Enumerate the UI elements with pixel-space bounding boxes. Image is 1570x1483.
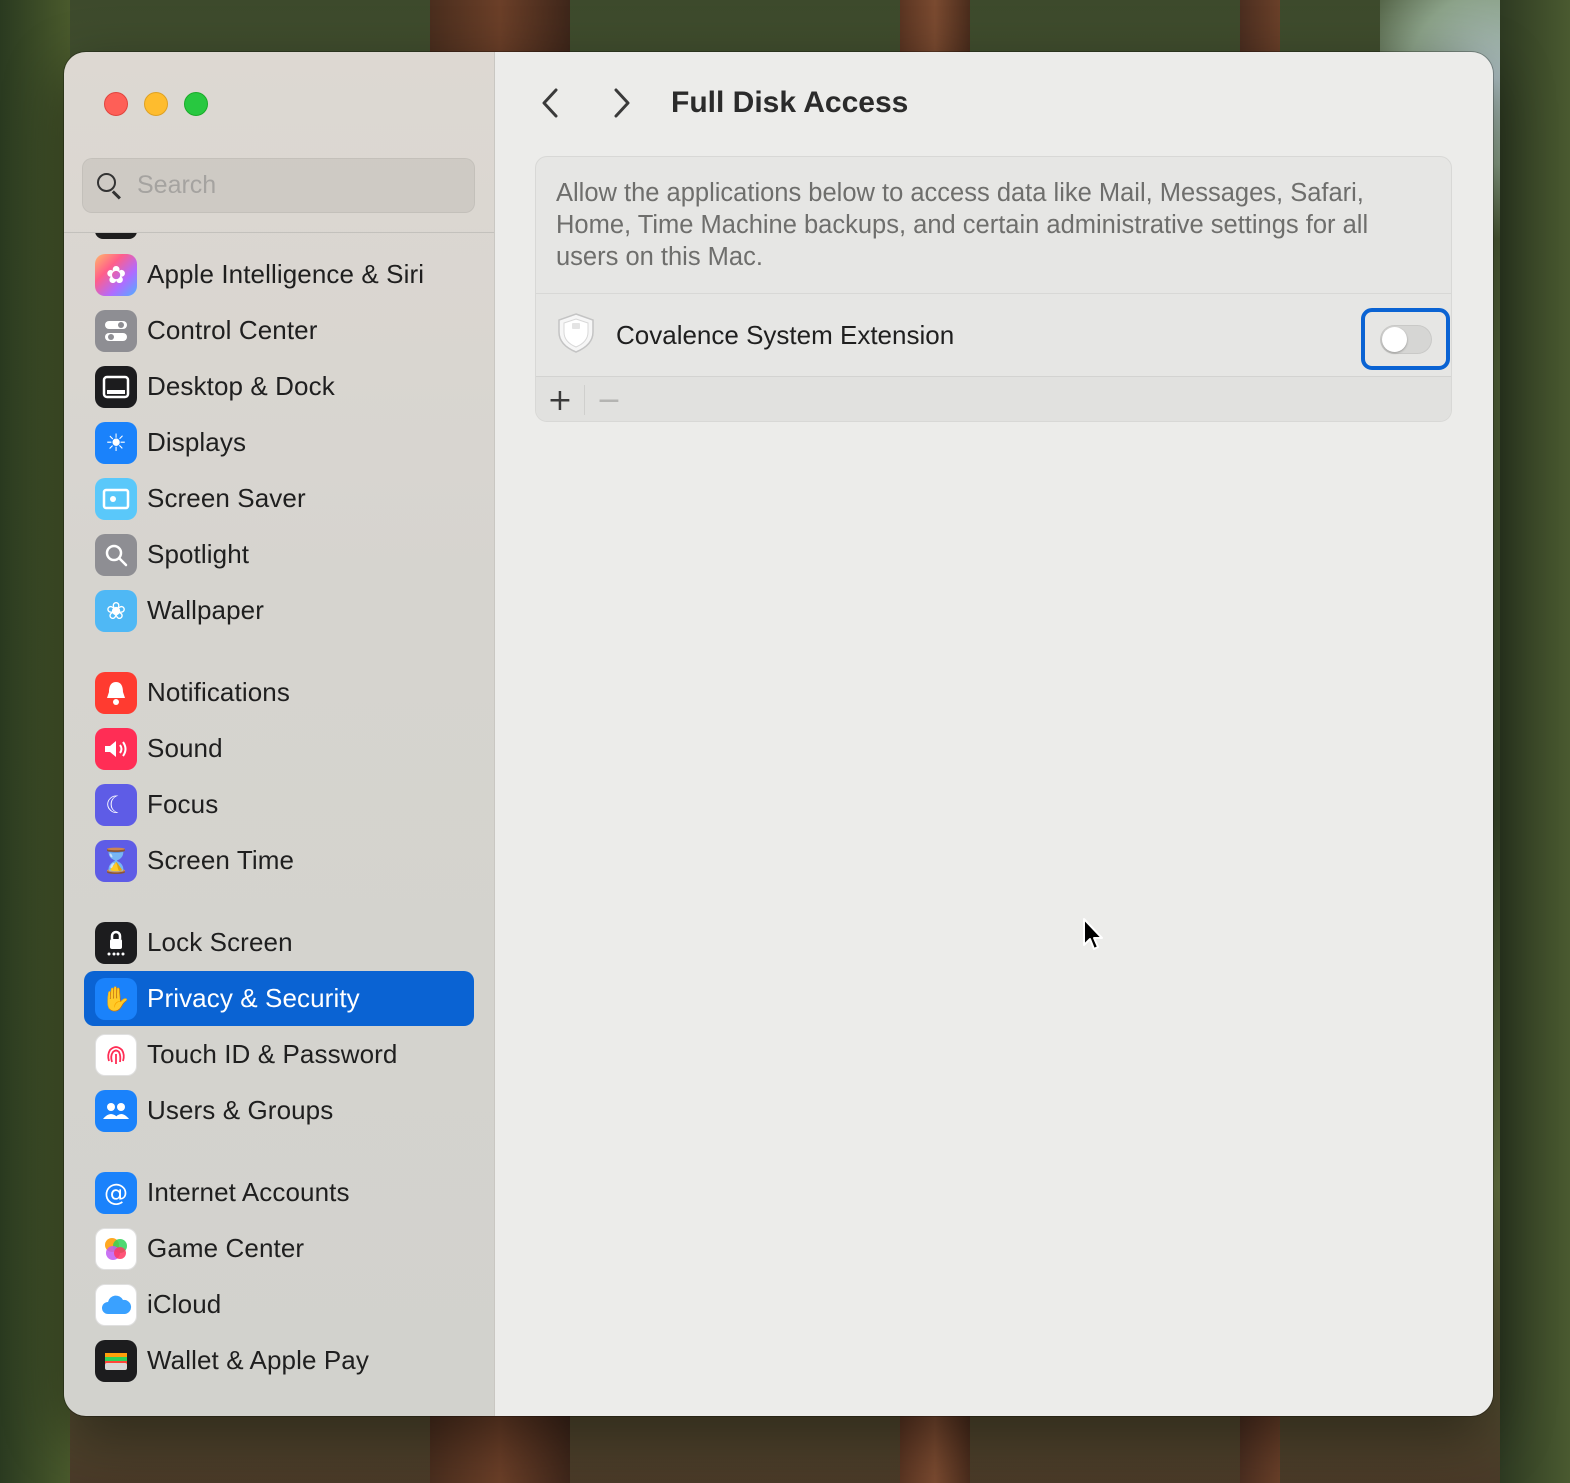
main-content: Full Disk Access Allow the applications … [495,52,1493,1416]
minimize-button[interactable] [144,92,168,116]
sidebar-item-desktop-dock[interactable]: Desktop & Dock [84,359,474,414]
sound-icon [95,727,137,770]
close-button[interactable] [104,92,128,116]
wallpaper-icon: ❀ [95,589,137,632]
wallet-icon [95,1339,137,1382]
focus-icon: ☾ [95,783,137,826]
sidebar-item-notifications[interactable]: Notifications [84,665,474,720]
sidebar-item-label: Game Center [147,1233,305,1263]
sidebar-item-label: iCloud [147,1289,222,1319]
sidebar: Search ✿ Apple Intelligence & Siri Contr… [64,52,495,1416]
apple-intelligence-icon: ✿ [95,253,137,296]
sidebar-item-focus[interactable]: ☾ Focus [84,777,474,832]
game-center-icon [95,1227,137,1270]
sidebar-item-privacy-security[interactable]: ✋ Privacy & Security [84,971,474,1026]
lock-screen-icon [95,921,137,964]
at-sign-icon: @ [95,1171,137,1214]
search-placeholder: Search [137,171,217,199]
sidebar-item-screen-saver[interactable]: Screen Saver [84,471,474,526]
forward-button[interactable] [607,88,637,118]
toggle-knob [1381,326,1407,352]
chevron-right-icon [614,88,630,118]
sidebar-item-label: Wallet & Apple Pay [147,1345,369,1375]
sidebar-item-label: Notifications [147,677,290,707]
sidebar-item-game-center[interactable]: Game Center [84,1221,474,1276]
screen-time-icon: ⌛ [95,839,137,882]
displays-icon: ☀ [95,421,137,464]
sidebar-item-lock-screen[interactable]: Lock Screen [84,915,474,970]
page-title: Full Disk Access [671,86,909,119]
sidebar-item-label: Users & Groups [147,1095,334,1125]
sidebar-item-screen-time[interactable]: ⌛ Screen Time [84,833,474,888]
screen-saver-icon [95,477,137,520]
sidebar-item-displays[interactable]: ☀ Displays [84,415,474,470]
notifications-icon [95,671,137,714]
sidebar-item-apple-intelligence[interactable]: ✿ Apple Intelligence & Siri [84,247,474,302]
sidebar-item-wallpaper[interactable]: ❀ Wallpaper [84,583,474,638]
desktop-dock-icon [95,365,137,408]
icloud-icon [95,1283,137,1326]
sidebar-item-label: Control Center [147,315,318,345]
sidebar-item-label: Desktop & Dock [147,371,335,401]
sidebar-item-icloud[interactable]: iCloud [84,1277,474,1332]
sidebar-item-label: Internet Accounts [147,1177,350,1207]
sidebar-item-touch-id[interactable]: Touch ID & Password [84,1027,474,1082]
sidebar-item-label: Focus [147,789,219,819]
sidebar-item-internet-accounts[interactable]: @ Internet Accounts [84,1165,474,1220]
sidebar-item-label: Wallpaper [147,595,264,625]
spotlight-icon [95,533,137,576]
zoom-button[interactable] [184,92,208,116]
sidebar-item-control-center[interactable]: Control Center [84,303,474,358]
users-groups-icon [95,1089,137,1132]
control-center-icon [95,309,137,352]
sidebar-item-label: Lock Screen [147,927,293,957]
sidebar-item-label: Displays [147,427,247,457]
add-button[interactable]: + [536,377,584,421]
sidebar-item-label: Screen Saver [147,483,306,513]
mouse-cursor-icon [1082,917,1106,958]
sidebar-item-label: Apple Intelligence & Siri [147,259,425,289]
privacy-hand-icon: ✋ [95,977,137,1020]
toggle-focus-ring [1361,308,1450,370]
sidebar-item-label: Sound [147,733,223,763]
full-disk-access-panel: Allow the applications below to access d… [535,156,1452,422]
panel-description: Allow the applications below to access d… [556,179,1369,271]
sidebar-item-sound[interactable]: Sound [84,721,474,776]
sidebar-item-label: Screen Time [147,845,295,875]
sidebar-item-label: Spotlight [147,539,250,569]
app-name: Covalence System Extension [616,319,955,350]
access-toggle[interactable] [1379,324,1432,354]
sidebar-item-label: Privacy & Security [147,983,360,1013]
sidebar-item-label: Touch ID & Password [147,1039,398,1069]
sidebar-item-spotlight[interactable]: Spotlight [84,527,474,582]
search-field[interactable]: Search [82,158,475,213]
extension-shield-icon [554,311,598,360]
list-controls: + − [536,377,1451,421]
sidebar-item-wallet[interactable]: Wallet & Apple Pay [84,1333,474,1388]
app-row[interactable]: Covalence System Extension [536,294,1451,376]
search-icon [97,172,123,199]
sidebar-item-users-groups[interactable]: Users & Groups [84,1083,474,1138]
sidebar-list[interactable]: ✿ Apple Intelligence & Siri Control Cent… [64,233,494,1416]
chevron-left-icon [542,88,558,118]
system-settings-window: Search ✿ Apple Intelligence & Siri Contr… [64,52,1493,1416]
window-controls [104,92,208,116]
back-button[interactable] [535,88,565,118]
scrolled-item-icon [95,233,137,239]
remove-button[interactable]: − [585,377,633,421]
fingerprint-icon [95,1033,137,1076]
